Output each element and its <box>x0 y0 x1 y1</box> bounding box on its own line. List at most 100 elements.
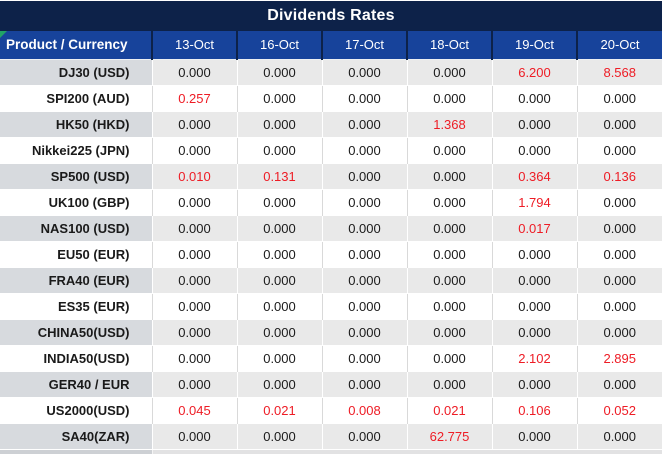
value-cell[interactable]: 0.000 <box>322 85 407 111</box>
value-cell[interactable]: 0.000 <box>152 137 237 163</box>
value-cell[interactable]: 0.000 <box>577 189 662 215</box>
product-cell[interactable]: FRA40 (EUR) <box>0 267 152 293</box>
value-cell[interactable]: 0.000 <box>152 241 237 267</box>
value-cell[interactable]: 6.200 <box>492 59 577 85</box>
value-cell[interactable]: 0.000 <box>577 215 662 241</box>
date-header-20-oct[interactable]: 20-Oct <box>577 31 662 59</box>
value-cell[interactable]: 0.000 <box>322 319 407 345</box>
value-cell[interactable]: 0.000 <box>577 85 662 111</box>
value-cell[interactable]: 0.000 <box>407 59 492 85</box>
value-cell[interactable]: 0.052 <box>577 397 662 423</box>
value-cell[interactable]: 62.775 <box>407 423 492 449</box>
date-header-16-oct[interactable]: 16-Oct <box>237 31 322 59</box>
product-cell[interactable]: SPI200 (AUD) <box>0 85 152 111</box>
value-cell[interactable]: 0.000 <box>237 137 322 163</box>
value-cell[interactable]: 0.000 <box>577 241 662 267</box>
value-cell[interactable]: 0.000 <box>322 267 407 293</box>
value-cell[interactable]: 0.000 <box>322 371 407 397</box>
value-cell[interactable]: 0.000 <box>407 293 492 319</box>
value-cell[interactable]: 2.895 <box>577 345 662 371</box>
date-header-18-oct[interactable]: 18-Oct <box>407 31 492 59</box>
value-cell[interactable]: 0.000 <box>322 345 407 371</box>
value-cell[interactable]: 0.000 <box>577 267 662 293</box>
date-header-19-oct[interactable]: 19-Oct <box>492 31 577 59</box>
product-currency-header[interactable]: Product / Currency <box>0 31 152 59</box>
value-cell[interactable]: 8.568 <box>577 59 662 85</box>
value-cell[interactable]: 0.000 <box>152 189 237 215</box>
value-cell[interactable]: 1.794 <box>492 189 577 215</box>
value-cell[interactable]: 0.000 <box>237 111 322 137</box>
value-cell[interactable]: 0.000 <box>152 319 237 345</box>
value-cell[interactable]: 0.000 <box>492 371 577 397</box>
value-cell[interactable]: 0.000 <box>237 423 322 449</box>
date-header-13-oct[interactable]: 13-Oct <box>152 31 237 59</box>
value-cell[interactable]: 0.000 <box>492 293 577 319</box>
product-cell[interactable]: HK50 (HKD) <box>0 111 152 137</box>
value-cell[interactable]: 0.021 <box>407 397 492 423</box>
value-cell[interactable]: 0.010 <box>152 163 237 189</box>
value-cell[interactable]: 0.000 <box>152 59 237 85</box>
value-cell[interactable]: 0.106 <box>492 397 577 423</box>
product-cell[interactable]: US2000(USD) <box>0 397 152 423</box>
value-cell[interactable]: 0.000 <box>322 423 407 449</box>
value-cell[interactable]: 0.000 <box>237 241 322 267</box>
value-cell[interactable]: 0.000 <box>322 59 407 85</box>
value-cell[interactable]: 0.000 <box>407 319 492 345</box>
product-cell[interactable]: NAS100 (USD) <box>0 215 152 241</box>
value-cell[interactable]: 0.000 <box>407 189 492 215</box>
value-cell[interactable]: 0.000 <box>407 163 492 189</box>
value-cell[interactable]: 0.000 <box>407 345 492 371</box>
value-cell[interactable]: 0.136 <box>577 163 662 189</box>
value-cell[interactable]: 0.000 <box>577 293 662 319</box>
value-cell[interactable]: 0.000 <box>152 215 237 241</box>
value-cell[interactable]: 0.045 <box>152 397 237 423</box>
value-cell[interactable]: 0.021 <box>237 397 322 423</box>
value-cell[interactable]: 0.000 <box>407 267 492 293</box>
value-cell[interactable]: 0.000 <box>237 345 322 371</box>
date-header-17-oct[interactable]: 17-Oct <box>322 31 407 59</box>
product-cell[interactable]: SP500 (USD) <box>0 163 152 189</box>
value-cell[interactable]: 0.000 <box>237 59 322 85</box>
value-cell[interactable]: 0.000 <box>577 371 662 397</box>
value-cell[interactable]: 0.008 <box>322 397 407 423</box>
value-cell[interactable]: 0.000 <box>577 111 662 137</box>
value-cell[interactable]: 0.000 <box>237 267 322 293</box>
value-cell[interactable]: 0.000 <box>577 423 662 449</box>
value-cell[interactable]: 0.000 <box>407 85 492 111</box>
value-cell[interactable]: 0.000 <box>322 111 407 137</box>
value-cell[interactable]: 0.000 <box>407 137 492 163</box>
value-cell[interactable]: 0.000 <box>237 319 322 345</box>
product-cell[interactable]: SA40(ZAR) <box>0 423 152 449</box>
value-cell[interactable]: 0.000 <box>237 85 322 111</box>
value-cell[interactable]: 0.131 <box>237 163 322 189</box>
value-cell[interactable]: 1.368 <box>407 111 492 137</box>
value-cell[interactable]: 0.000 <box>152 111 237 137</box>
value-cell[interactable]: 2.102 <box>492 345 577 371</box>
product-cell[interactable]: DJ30 (USD) <box>0 59 152 85</box>
value-cell[interactable]: 0.000 <box>237 371 322 397</box>
value-cell[interactable]: 0.000 <box>237 189 322 215</box>
value-cell[interactable]: 0.000 <box>492 319 577 345</box>
value-cell[interactable]: 0.000 <box>407 215 492 241</box>
value-cell[interactable]: 0.000 <box>152 267 237 293</box>
value-cell[interactable]: 0.000 <box>322 163 407 189</box>
value-cell[interactable]: 0.000 <box>492 423 577 449</box>
value-cell[interactable]: 0.000 <box>152 293 237 319</box>
value-cell[interactable]: 0.000 <box>322 215 407 241</box>
value-cell[interactable]: 0.000 <box>407 371 492 397</box>
value-cell[interactable]: 0.000 <box>492 267 577 293</box>
value-cell[interactable]: 0.000 <box>322 137 407 163</box>
value-cell[interactable]: 0.364 <box>492 163 577 189</box>
product-cell[interactable]: EU50 (EUR) <box>0 241 152 267</box>
value-cell[interactable]: 0.000 <box>492 111 577 137</box>
product-cell[interactable]: CHINA50(USD) <box>0 319 152 345</box>
value-cell[interactable]: 0.000 <box>152 371 237 397</box>
product-cell[interactable]: UK100 (GBP) <box>0 189 152 215</box>
product-cell[interactable]: INDIA50(USD) <box>0 345 152 371</box>
value-cell[interactable]: 0.000 <box>492 241 577 267</box>
value-cell[interactable]: 0.000 <box>407 241 492 267</box>
value-cell[interactable]: 0.000 <box>322 189 407 215</box>
value-cell[interactable]: 0.000 <box>492 137 577 163</box>
value-cell[interactable]: 0.000 <box>237 293 322 319</box>
value-cell[interactable]: 0.000 <box>577 319 662 345</box>
